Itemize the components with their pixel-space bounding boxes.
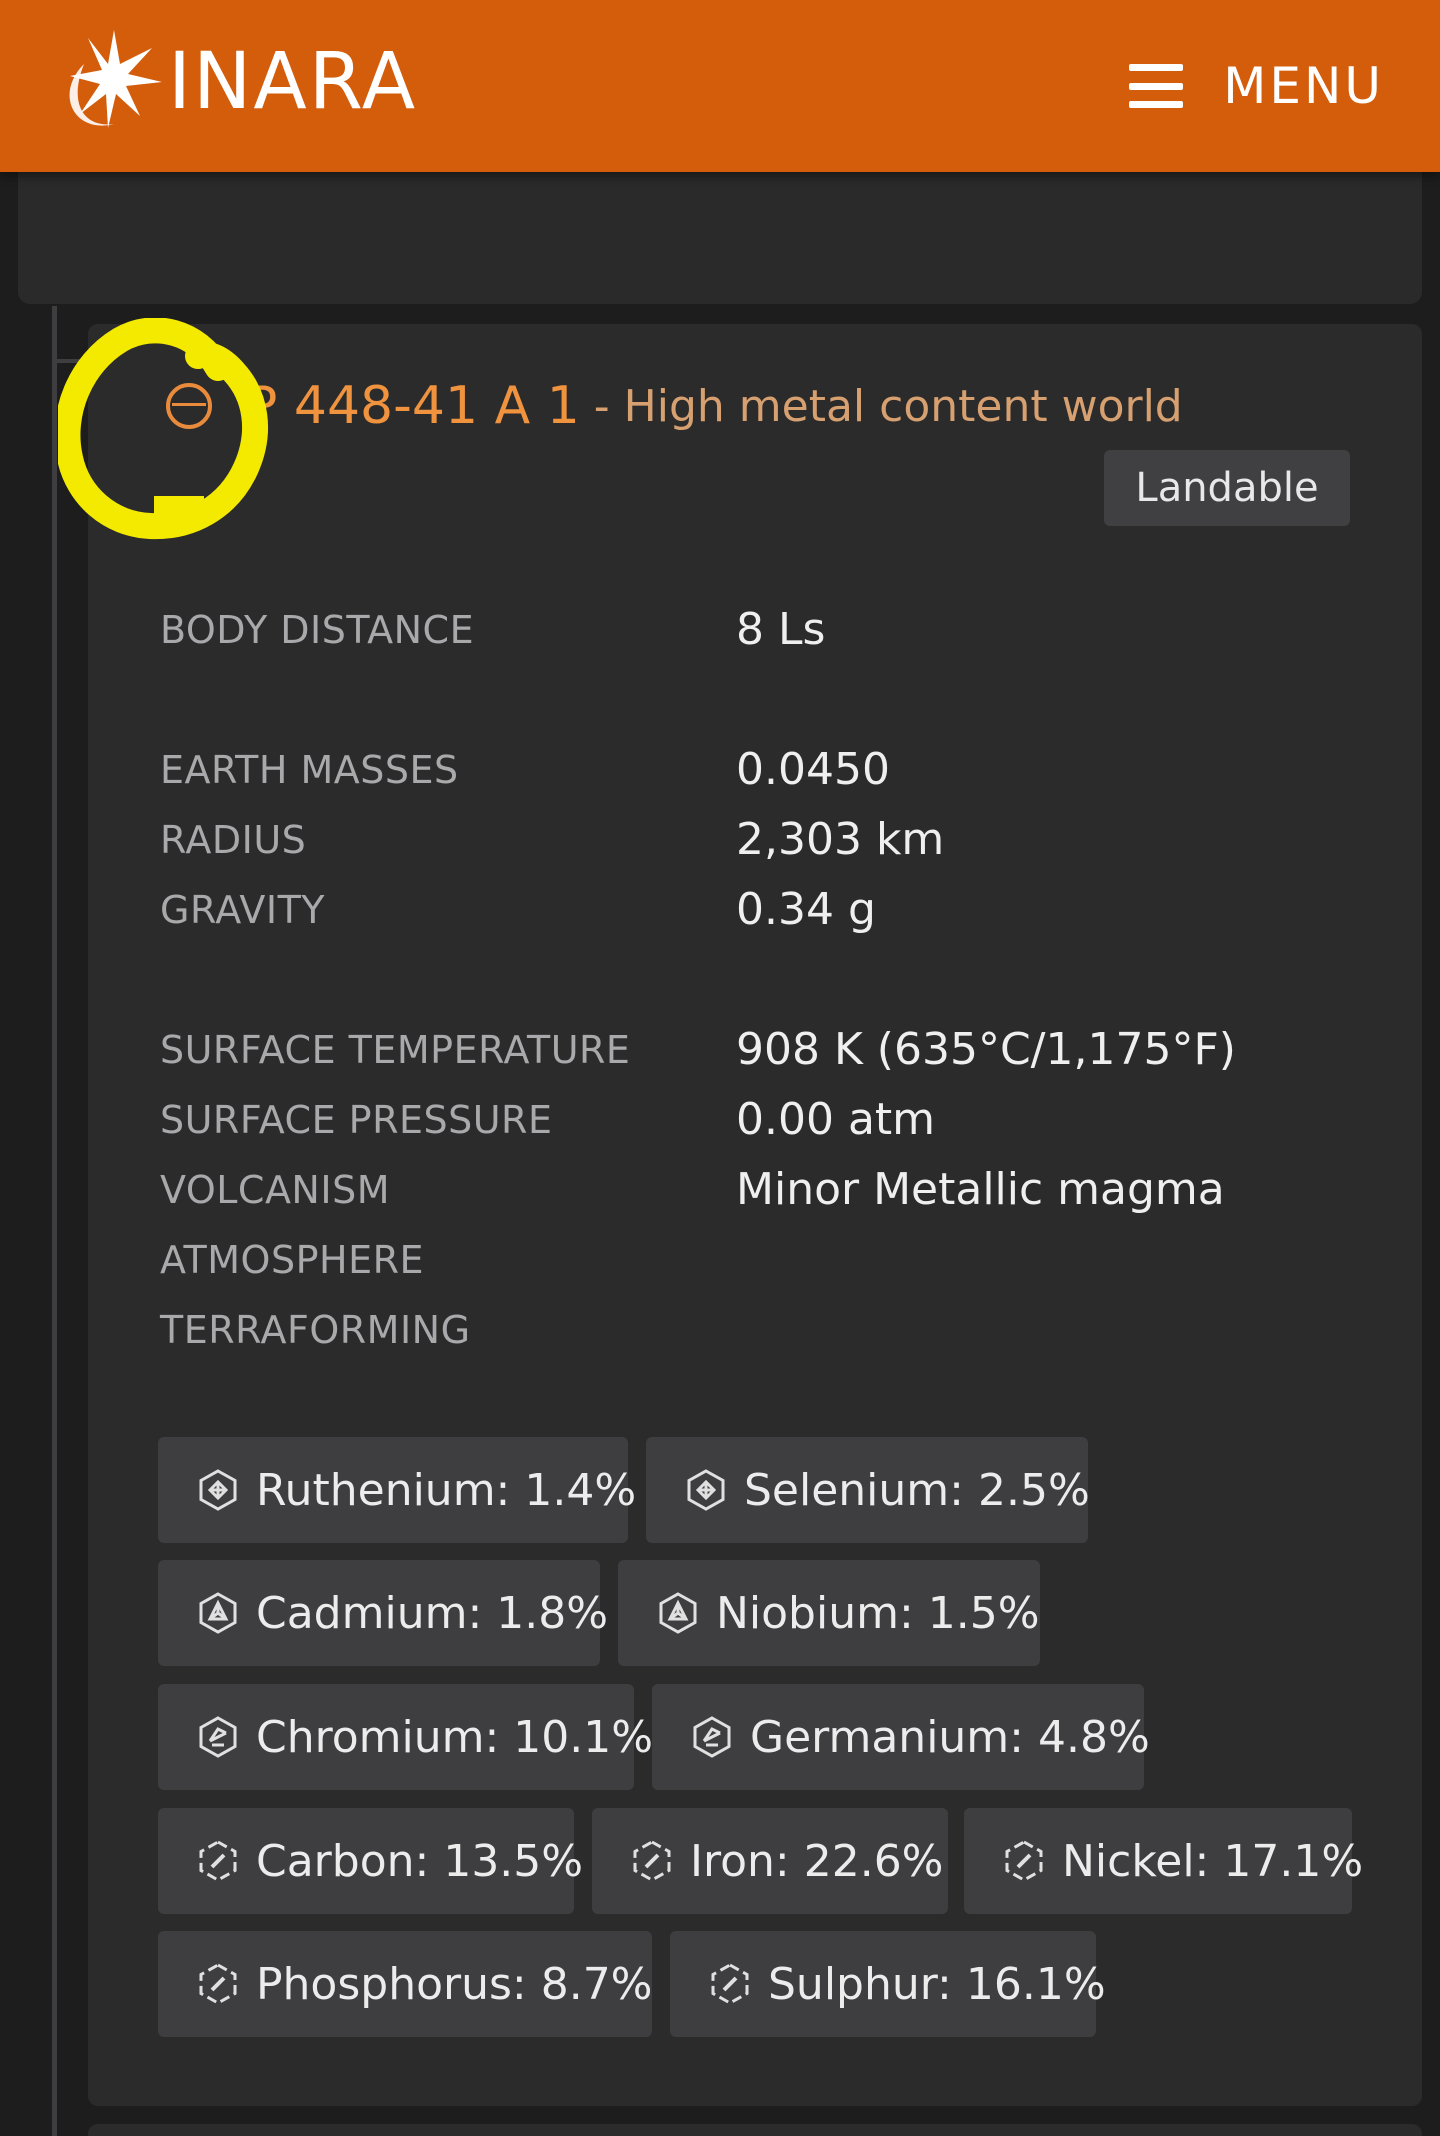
body-type: - High metal content world <box>593 380 1183 432</box>
material-germanium[interactable]: Germanium: 4.8% <box>652 1684 1150 1790</box>
material-label: Carbon: 13.5% <box>256 1835 584 1887</box>
menu-label: MENU <box>1223 57 1384 115</box>
grade-1-material-icon <box>199 1963 237 2005</box>
body-distance-label: BODY DISTANCE <box>160 608 475 652</box>
body-distance-value: 8 Ls <box>736 604 826 655</box>
grade-2-material-icon <box>199 1716 237 1758</box>
logo-text: INARA <box>168 37 418 127</box>
grade-1-material-icon <box>1005 1840 1043 1882</box>
earth-masses-label: EARTH MASSES <box>160 748 459 792</box>
terraforming-label: TERRAFORMING <box>160 1308 471 1352</box>
material-selenium[interactable]: Selenium: 2.5% <box>646 1437 1090 1543</box>
volcanism-label: VOLCANISM <box>160 1168 390 1212</box>
gravity-label: GRAVITY <box>160 888 325 932</box>
grade-1-material-icon <box>711 1963 749 2005</box>
material-label: Sulphur: 16.1% <box>768 1958 1106 2010</box>
surface-pressure-label: SURFACE PRESSURE <box>160 1098 553 1142</box>
menu-button[interactable]: MENU <box>1129 46 1384 126</box>
grade-4-material-icon <box>199 1469 237 1511</box>
grade-4-material-icon <box>687 1469 725 1511</box>
landable-badge: Landable <box>1104 450 1350 526</box>
volcanism-value: Minor Metallic magma <box>736 1164 1225 1215</box>
top-panel <box>18 150 1422 304</box>
surface-pressure-value: 0.00 atm <box>736 1094 936 1145</box>
tree-branch <box>57 359 89 363</box>
grade-1-material-icon <box>633 1840 671 1882</box>
material-label: Iron: 22.6% <box>690 1835 944 1887</box>
material-cadmium[interactable]: Cadmium: 1.8% <box>158 1560 608 1666</box>
inara-logo[interactable]: INARA <box>44 24 444 140</box>
material-label: Cadmium: 1.8% <box>256 1587 609 1639</box>
surface-temperature-value: 908 K (635°C/1,175°F) <box>736 1024 1236 1075</box>
site-header: INARA MENU <box>0 0 1440 172</box>
material-niobium[interactable]: Niobium: 1.5% <box>618 1560 1040 1666</box>
grade-3-material-icon <box>199 1592 237 1634</box>
next-body-card <box>88 2124 1422 2136</box>
material-label: Nickel: 17.1% <box>1062 1835 1364 1887</box>
grade-1-material-icon <box>199 1840 237 1882</box>
body-title: P 448-41 A 1 - High metal content world <box>166 366 1183 446</box>
material-label: Phosphorus: 8.7% <box>256 1958 653 2010</box>
earth-masses-value: 0.0450 <box>736 744 890 795</box>
material-chromium[interactable]: Chromium: 10.1% <box>158 1684 653 1790</box>
material-label: Chromium: 10.1% <box>256 1711 654 1763</box>
radius-label: RADIUS <box>160 818 307 862</box>
material-ruthenium[interactable]: Ruthenium: 1.4% <box>158 1437 636 1543</box>
hamburger-menu-icon <box>1129 64 1184 108</box>
material-sulphur[interactable]: Sulphur: 16.1% <box>670 1931 1106 2037</box>
material-label: Niobium: 1.5% <box>716 1587 1040 1639</box>
radius-value: 2,303 km <box>736 814 945 865</box>
atmosphere-label: ATMOSPHERE <box>160 1238 424 1282</box>
inara-star-logo-icon <box>69 30 162 128</box>
material-iron[interactable]: Iron: 22.6% <box>592 1808 948 1914</box>
surface-temperature-label: SURFACE TEMPERATURE <box>160 1028 631 1072</box>
material-label: Selenium: 2.5% <box>744 1464 1090 1516</box>
planet-icon <box>166 383 212 429</box>
material-label: Ruthenium: 1.4% <box>256 1464 637 1516</box>
material-phosphorus[interactable]: Phosphorus: 8.7% <box>158 1931 653 2037</box>
gravity-value: 0.34 g <box>736 884 876 935</box>
material-label: Germanium: 4.8% <box>750 1711 1150 1763</box>
body-name-link[interactable]: P 448-41 A 1 <box>246 376 580 436</box>
material-carbon[interactable]: Carbon: 13.5% <box>158 1808 583 1914</box>
tree-line <box>52 306 57 2136</box>
grade-3-material-icon <box>659 1592 697 1634</box>
material-nickel[interactable]: Nickel: 17.1% <box>964 1808 1363 1914</box>
grade-2-material-icon <box>693 1716 731 1758</box>
